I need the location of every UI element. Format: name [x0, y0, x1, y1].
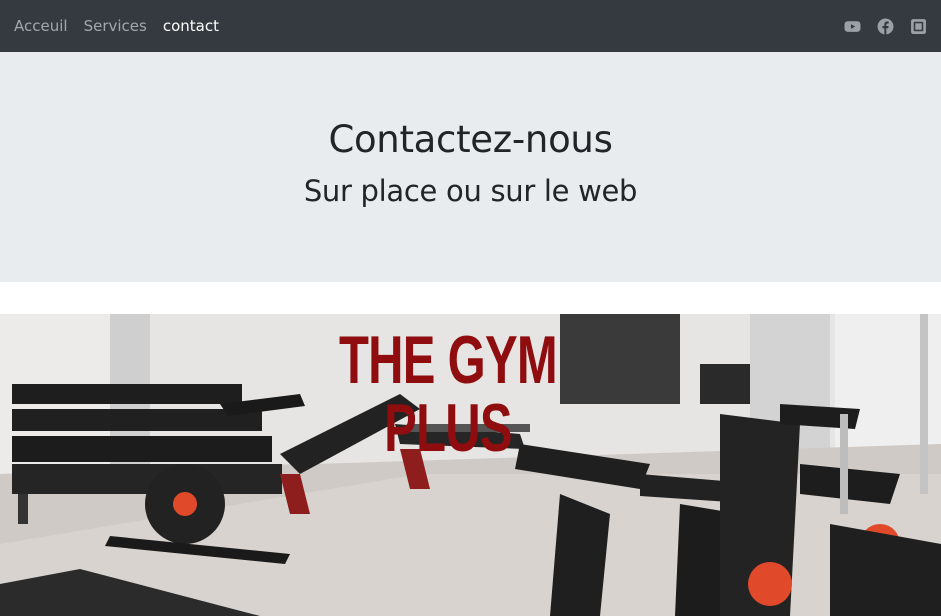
nav-link-acceuil[interactable]: Acceuil — [14, 17, 68, 35]
hero-jumbotron: Contactez-nous Sur place ou sur le web — [0, 52, 941, 282]
nav-link-contact[interactable]: contact — [163, 17, 219, 35]
youtube-icon[interactable] — [844, 18, 861, 35]
gym-logo-text: THE GYM PLUS — [338, 322, 558, 466]
nav-link-services[interactable]: Services — [84, 17, 147, 35]
hero-title: Contactez-nous — [328, 118, 613, 161]
nav-links: Acceuil Services contact — [14, 17, 219, 35]
hero-subtitle: Sur place ou sur le web — [303, 174, 638, 208]
facebook-icon[interactable] — [877, 18, 894, 35]
navbar: Acceuil Services contact — [0, 0, 941, 52]
gym-banner-image: THE GYM PLUS — [0, 314, 941, 616]
instagram-icon[interactable] — [910, 18, 927, 35]
social-links — [844, 18, 927, 35]
